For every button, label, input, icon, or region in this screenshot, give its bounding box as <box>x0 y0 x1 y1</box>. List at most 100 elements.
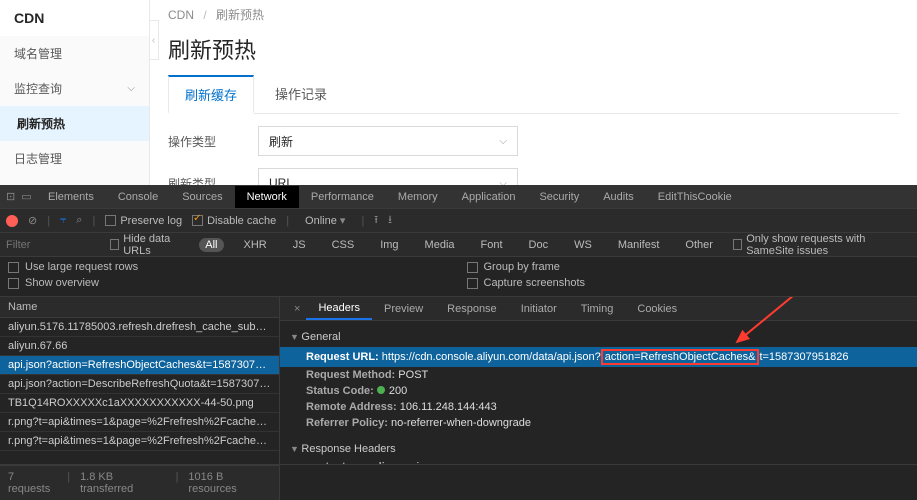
clear-icon[interactable]: ⊘ <box>28 214 37 227</box>
capture-screenshots-checkbox[interactable]: Capture screenshots <box>467 277 910 289</box>
sidebar-title: CDN <box>0 0 149 36</box>
devtools-panel: ⊡ ▭ Elements Console Sources Network Perf… <box>0 185 917 500</box>
sidebar: CDN 域名管理 监控查询⌵ 刷新预热 日志管理 工具服务 <box>0 0 150 185</box>
download-icon[interactable]: ⭳ <box>388 211 392 230</box>
options-row: Use large request rows Show overview Gro… <box>0 257 917 297</box>
request-item[interactable]: aliyun.5176.11785003.refresh.drefresh_ca… <box>0 318 279 337</box>
throttling-select[interactable]: Online ▾ <box>299 213 351 228</box>
filter-media[interactable]: Media <box>419 238 461 252</box>
detail-tabs: × Headers Preview Response Initiator Tim… <box>280 297 917 321</box>
page-tabs: 刷新缓存 操作记录 <box>168 75 899 114</box>
tab-refresh-cache[interactable]: 刷新缓存 <box>168 75 254 114</box>
filter-doc[interactable]: Doc <box>523 238 555 252</box>
tab-operation-record[interactable]: 操作记录 <box>258 75 344 113</box>
detail-tab-preview[interactable]: Preview <box>372 299 435 319</box>
sidebar-item-monitor[interactable]: 监控查询⌵ <box>0 71 149 106</box>
request-item[interactable]: aliyun.67.66 <box>0 337 279 356</box>
request-item[interactable]: r.png?t=api&times=1&page=%2Frefresh%2Fca… <box>0 413 279 432</box>
filter-row: Hide data URLs All XHR JS CSS Img Media … <box>0 233 917 257</box>
breadcrumb-root[interactable]: CDN <box>168 8 194 22</box>
optype-label: 操作类型 <box>168 133 258 150</box>
requests-column: Name aliyun.5176.11785003.refresh.drefre… <box>0 297 280 464</box>
referrer-policy-row: Referrer Policy: no-referrer-when-downgr… <box>290 415 907 431</box>
devtools-tabs: ⊡ ▭ Elements Console Sources Network Perf… <box>0 185 917 209</box>
response-headers-section[interactable]: Response Headers <box>290 439 907 459</box>
large-rows-checkbox[interactable]: Use large request rows <box>8 261 451 273</box>
chevron-down-icon: ⌵ <box>127 83 135 94</box>
upload-icon[interactable]: ⭱ <box>374 211 378 230</box>
devtab-memory[interactable]: Memory <box>386 186 450 208</box>
filter-input[interactable] <box>6 239 96 251</box>
hide-dataurls-checkbox[interactable]: Hide data URLs <box>110 233 185 257</box>
form-row-optype: 操作类型 刷新⌵ <box>168 126 899 156</box>
devtab-console[interactable]: Console <box>106 186 170 208</box>
filter-js[interactable]: JS <box>287 238 312 252</box>
detail-tab-response[interactable]: Response <box>435 299 509 319</box>
sidebar-item-refresh[interactable]: 刷新预热 <box>0 106 149 141</box>
transferred-size: 1.8 KB transferred <box>80 471 166 495</box>
form-row-refreshtype: 刷新类型 URL⌵ <box>168 168 899 185</box>
samesite-checkbox[interactable]: Only show requests with SameSite issues <box>733 233 911 257</box>
inspect-icon[interactable]: ⊡ <box>6 190 15 203</box>
request-list: aliyun.5176.11785003.refresh.drefresh_ca… <box>0 318 279 464</box>
sidebar-collapse-handle[interactable]: ‹ <box>150 20 159 60</box>
device-icon[interactable]: ▭ <box>21 190 31 203</box>
sidebar-item-domain[interactable]: 域名管理 <box>0 36 149 71</box>
devtab-application[interactable]: Application <box>450 186 528 208</box>
request-count: 7 requests <box>8 471 57 495</box>
detail-column: × Headers Preview Response Initiator Tim… <box>280 297 917 464</box>
close-detail-icon[interactable]: × <box>288 303 306 315</box>
main-content: ‹ CDN / 刷新预热 刷新预热 刷新缓存 操作记录 操作类型 刷新⌵ 刷新类… <box>150 0 917 185</box>
filter-manifest[interactable]: Manifest <box>612 238 666 252</box>
request-item[interactable]: api.json?action=DescribeRefreshQuota&t=1… <box>0 375 279 394</box>
optype-select[interactable]: 刷新⌵ <box>258 126 518 156</box>
chevron-down-icon: ⌵ <box>499 136 507 147</box>
search-icon[interactable]: ⌕ <box>76 214 82 227</box>
request-item[interactable]: api.json?action=RefreshObjectCaches&t=15… <box>0 356 279 375</box>
devtab-audits[interactable]: Audits <box>591 186 646 208</box>
network-toolbar: ⊘ | ⫧ ⌕ | Preserve log Disable cache | O… <box>0 209 917 233</box>
filter-all[interactable]: All <box>199 238 223 252</box>
requests-header[interactable]: Name <box>0 297 279 318</box>
status-bar: 7 requests | 1.8 KB transferred | 1016 B… <box>0 465 280 500</box>
disable-cache-checkbox[interactable]: Disable cache <box>192 215 276 227</box>
preserve-log-checkbox[interactable]: Preserve log <box>105 215 182 227</box>
request-item[interactable]: r.png?t=api&times=1&page=%2Frefresh%2Fca… <box>0 432 279 451</box>
request-url-row: Request URL: https://cdn.console.aliyun.… <box>280 347 917 367</box>
request-item[interactable]: TB1Q14ROXXXXXc1aXXXXXXXXXXX-44-50.png <box>0 394 279 413</box>
filter-other[interactable]: Other <box>679 238 719 252</box>
breadcrumb-current: 刷新预热 <box>216 8 264 22</box>
detail-tab-headers[interactable]: Headers <box>306 298 372 320</box>
filter-ws[interactable]: WS <box>568 238 598 252</box>
filter-xhr[interactable]: XHR <box>238 238 273 252</box>
show-overview-checkbox[interactable]: Show overview <box>8 277 451 289</box>
devtab-elements[interactable]: Elements <box>36 186 106 208</box>
filter-font[interactable]: Font <box>475 238 509 252</box>
refreshtype-select[interactable]: URL⌵ <box>258 168 518 185</box>
devtab-security[interactable]: Security <box>527 186 591 208</box>
filter-css[interactable]: CSS <box>326 238 361 252</box>
resources-size: 1016 B resources <box>188 471 271 495</box>
status-code-row: Status Code: 200 <box>290 383 907 399</box>
filter-img[interactable]: Img <box>374 238 404 252</box>
request-method-row: Request Method: POST <box>290 367 907 383</box>
general-section[interactable]: General <box>290 327 907 347</box>
detail-body: General Request URL: https://cdn.console… <box>280 321 917 464</box>
resp-header-row: content-encoding: gzip <box>290 459 907 464</box>
devtab-network[interactable]: Network <box>235 186 299 208</box>
group-frame-checkbox[interactable]: Group by frame <box>467 261 910 273</box>
chevron-down-icon: ⌵ <box>499 178 507 186</box>
detail-tab-initiator[interactable]: Initiator <box>509 299 569 319</box>
page-title: 刷新预热 <box>168 33 899 65</box>
devtab-sources[interactable]: Sources <box>170 186 234 208</box>
status-dot-icon <box>377 386 385 394</box>
devtab-editcookie[interactable]: EditThisCookie <box>646 186 744 208</box>
breadcrumb: CDN / 刷新预热 <box>168 6 899 29</box>
detail-tab-timing[interactable]: Timing <box>569 299 626 319</box>
sidebar-item-log[interactable]: 日志管理 <box>0 141 149 176</box>
remote-address-row: Remote Address: 106.11.248.144:443 <box>290 399 907 415</box>
devtab-performance[interactable]: Performance <box>299 186 386 208</box>
filter-icon[interactable]: ⫧ <box>60 214 66 227</box>
detail-tab-cookies[interactable]: Cookies <box>625 299 689 319</box>
record-button[interactable] <box>6 215 18 227</box>
